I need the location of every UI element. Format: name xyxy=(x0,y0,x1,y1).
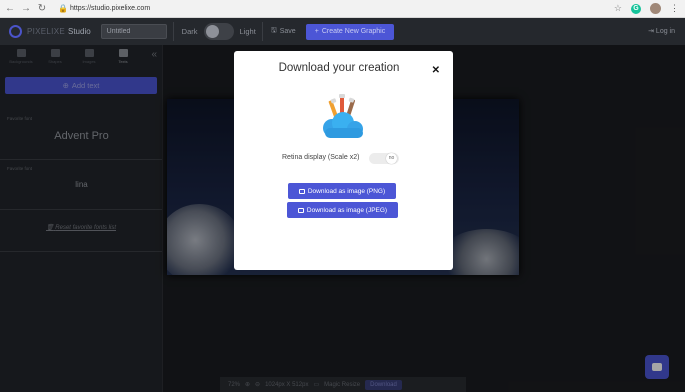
create-label: Create New Graphic xyxy=(321,28,386,35)
retina-label: Retina display (Scale x2) xyxy=(282,154,360,161)
profile-avatar[interactable] xyxy=(650,3,661,14)
bookmark-star-icon[interactable]: ☆ xyxy=(614,3,622,14)
theme-toggle[interactable] xyxy=(203,23,234,40)
login-icon: ⇥ xyxy=(648,28,654,35)
retina-toggle[interactable]: no xyxy=(369,153,399,164)
theme-light-label: Light xyxy=(239,27,256,36)
logo-mark-icon xyxy=(9,25,22,38)
image-icon xyxy=(297,207,304,213)
brand-studio: Studio xyxy=(67,27,91,36)
download-jpeg-label: Download as image (JPEG) xyxy=(306,206,388,214)
download-jpeg-button[interactable]: Download as image (JPEG) xyxy=(287,202,398,218)
cloud-brushes-illustration xyxy=(323,94,363,138)
modal-title: Download your creation xyxy=(278,62,400,74)
image-icon xyxy=(298,188,305,194)
close-icon[interactable]: ✕ xyxy=(432,65,440,76)
browser-menu-icon[interactable]: ⋮ xyxy=(670,3,679,14)
login-button[interactable]: ⇥ Log in xyxy=(648,27,675,35)
forward-icon[interactable]: → xyxy=(20,3,32,15)
lock-icon: 🔒 xyxy=(58,3,68,13)
graphic-title-input[interactable] xyxy=(100,24,167,39)
address-bar[interactable]: https://studio.pixelixe.com xyxy=(70,5,150,12)
save-button[interactable]: 🖫 Save xyxy=(271,26,296,37)
download-modal: Download your creation ✕ Retina display … xyxy=(234,51,453,270)
save-icon: 🖫 xyxy=(270,27,277,34)
grammarly-extension-icon[interactable]: G xyxy=(631,3,641,14)
brand-name: PIXELIXE xyxy=(27,27,65,36)
plus-icon: + xyxy=(314,28,319,35)
create-new-graphic-button[interactable]: + Create New Graphic xyxy=(305,23,395,40)
download-png-label: Download as image (PNG) xyxy=(307,187,386,195)
theme-dark-label: Dark xyxy=(181,27,198,36)
divider xyxy=(261,22,263,41)
back-icon[interactable]: ← xyxy=(4,3,16,15)
browser-toolbar: ← → ↻ 🔒 https://studio.pixelixe.com ☆ G … xyxy=(0,0,685,18)
download-png-button[interactable]: Download as image (PNG) xyxy=(288,183,396,199)
divider xyxy=(172,22,174,41)
save-label: Save xyxy=(279,28,296,35)
reload-icon[interactable]: ↻ xyxy=(36,3,48,15)
app-logo[interactable]: PIXELIXE Studio xyxy=(9,25,91,38)
login-label: Log in xyxy=(655,28,675,35)
retina-toggle-state: no xyxy=(386,153,397,164)
toggle-knob xyxy=(205,25,219,38)
app-header: PIXELIXE Studio Dark Light 🖫 Save + Crea… xyxy=(0,18,685,45)
